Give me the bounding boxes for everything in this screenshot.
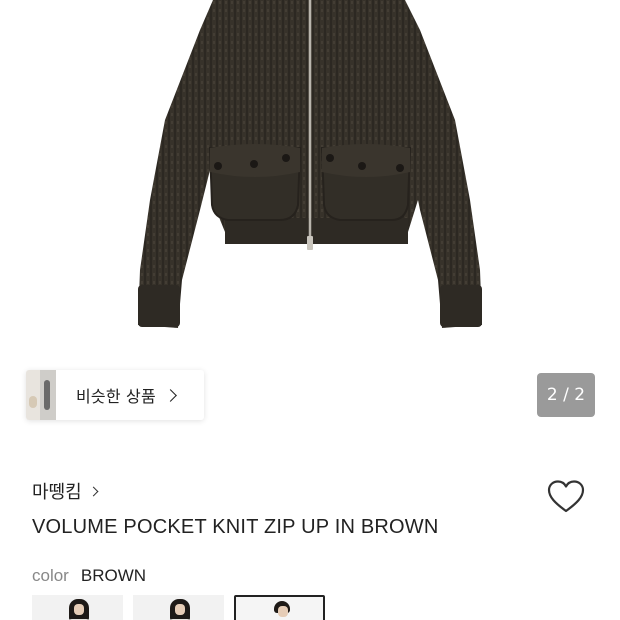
brand-name: 마뗑킴 [32,482,82,503]
similar-thumbnail [26,370,40,420]
color-option-thumbnail-selected[interactable] [234,595,325,620]
wishlist-button[interactable] [545,478,587,516]
similar-products-thumbnails [26,370,58,420]
chevron-right-icon [164,389,177,402]
color-option-thumbnail[interactable] [133,595,224,620]
similar-thumbnail [40,370,58,420]
product-title: VOLUME POCKET KNIT ZIP UP IN BROWN [32,516,439,538]
color-value: BROWN [80,566,147,585]
product-main-image[interactable] [0,0,620,360]
similar-products-label: 비슷한 상품 [76,387,156,406]
brand-link[interactable]: 마뗑킴 [32,478,99,504]
similar-products-button[interactable]: 비슷한 상품 [26,370,204,420]
color-option-thumbnail[interactable] [32,595,123,620]
chevron-right-icon [88,486,99,496]
heart-outline-icon [547,480,585,513]
knit-zip-up-photo [138,0,482,328]
color-info: color BROWN [32,566,146,586]
color-label: color [32,566,69,585]
image-page-counter: 2 / 2 [537,373,595,417]
